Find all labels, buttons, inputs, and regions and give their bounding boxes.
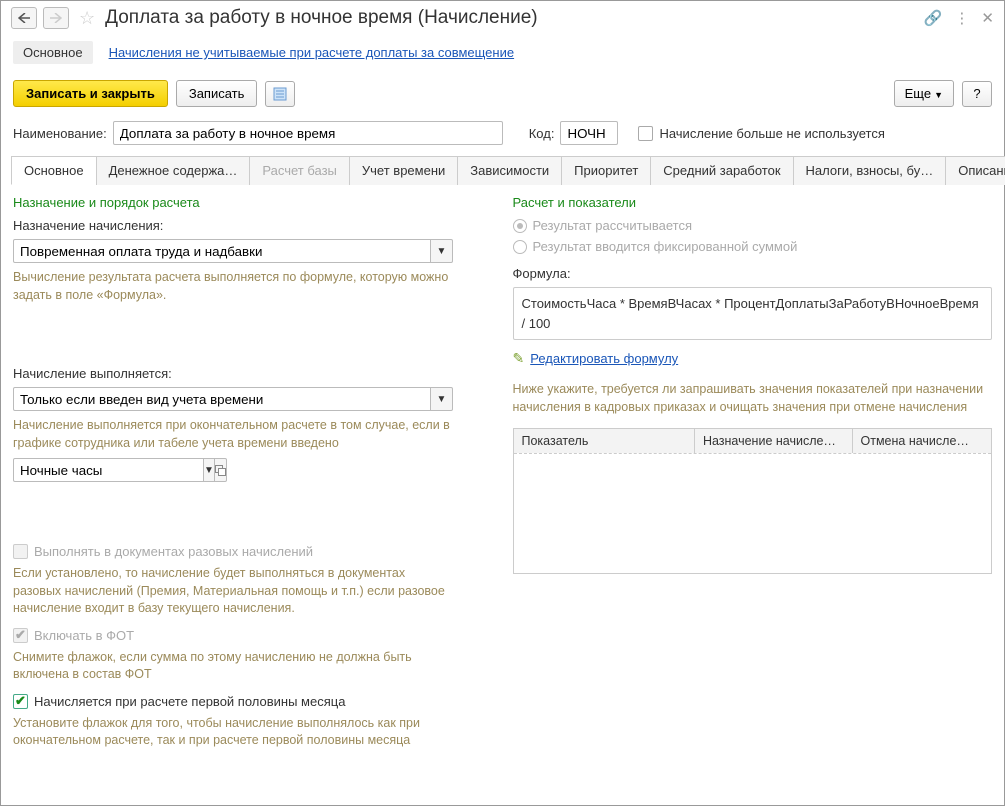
code-input[interactable] (560, 121, 618, 145)
pencil-icon: ✎ (513, 350, 525, 367)
tab-avg[interactable]: Средний заработок (650, 156, 793, 185)
nav-links: Основное Начисления не учитываемые при р… (1, 35, 1004, 70)
tab-tax[interactable]: Налоги, взносы, бу… (793, 156, 947, 185)
toolbar: Записать и закрыть Записать Еще▼ ? (1, 70, 1004, 117)
section-calc: Расчет и показатели (513, 195, 993, 210)
cb-fot-label: Включать в ФОТ (34, 628, 134, 643)
tabs: Основное Денежное содержа… Расчет базы У… (11, 155, 994, 185)
nav-related-link[interactable]: Начисления не учитываемые при расчете до… (109, 45, 515, 60)
cb-once-docs-label: Выполнять в документах разовых начислени… (34, 544, 313, 559)
list-button[interactable] (265, 81, 295, 107)
link-icon[interactable]: 🔗 (924, 9, 943, 27)
formula-label: Формула: (513, 266, 993, 281)
exec-select[interactable] (13, 387, 431, 411)
name-input[interactable] (113, 121, 503, 145)
tab-base[interactable]: Расчет базы (249, 156, 350, 185)
exec-label: Начисление выполняется: (13, 366, 493, 381)
tab-deps[interactable]: Зависимости (457, 156, 562, 185)
th-cancel[interactable]: Отмена начисле… (853, 429, 991, 453)
table-hint: Ниже укажите, требуется ли запрашивать з… (513, 381, 993, 416)
cb-once-docs (13, 544, 28, 559)
more-button[interactable]: Еще▼ (894, 80, 954, 107)
radio-calculated-label: Результат рассчитывается (533, 218, 693, 233)
arrow-right-icon (50, 13, 62, 23)
chevron-down-icon: ▼ (934, 90, 943, 100)
nav-main[interactable]: Основное (13, 41, 93, 64)
cb-first-half-label: Начисляется при расчете первой половины … (34, 694, 345, 709)
save-button[interactable]: Записать (176, 80, 258, 107)
header-fields: Наименование: Код: Начисление больше не … (1, 117, 1004, 155)
not-used-checkbox[interactable] (638, 126, 653, 141)
tab-content: Назначение и порядок расчета Назначение … (1, 185, 1004, 805)
back-button[interactable] (11, 7, 37, 29)
indicators-table[interactable]: Показатель Назначение начисле… Отмена на… (513, 428, 993, 574)
assign-hint: Вычисление результата расчета выполняетс… (13, 269, 453, 304)
code-label: Код: (529, 126, 555, 141)
cb-first-half-hint: Установите флажок для того, чтобы начисл… (13, 715, 453, 750)
exec-hint: Начисление выполняется при окончательном… (13, 417, 453, 452)
time-open-button[interactable] (215, 458, 227, 482)
edit-formula-link[interactable]: Редактировать формулу (530, 351, 678, 366)
tab-desc[interactable]: Описание (945, 156, 1005, 185)
forward-button[interactable] (43, 7, 69, 29)
help-button[interactable]: ? (962, 81, 992, 107)
formula-box: СтоимостьЧаса * ВремяВЧасах * ПроцентДоп… (513, 287, 993, 340)
favorite-icon[interactable]: ☆ (79, 8, 95, 29)
close-icon[interactable]: ✕ (981, 9, 994, 27)
section-purpose: Назначение и порядок расчета (13, 195, 493, 210)
assign-label: Назначение начисления: (13, 218, 493, 233)
menu-icon[interactable]: ⋮ (954, 9, 969, 27)
th-assign[interactable]: Назначение начисле… (695, 429, 853, 453)
cb-first-half[interactable] (13, 694, 28, 709)
th-indicator[interactable]: Показатель (514, 429, 695, 453)
radio-fixed-label: Результат вводится фиксированной суммой (533, 239, 798, 254)
cb-fot-hint: Снимите флажок, если сумма по этому начи… (13, 649, 453, 684)
left-column: Назначение и порядок расчета Назначение … (13, 195, 493, 795)
assign-select[interactable] (13, 239, 431, 263)
arrow-left-icon (18, 13, 30, 23)
radio-calculated (513, 219, 527, 233)
tab-priority[interactable]: Приоритет (561, 156, 651, 185)
exec-dropdown-button[interactable]: ▼ (431, 387, 453, 411)
assign-dropdown-button[interactable]: ▼ (431, 239, 453, 263)
not-used-label: Начисление больше не используется (659, 126, 884, 141)
cb-once-docs-hint: Если установлено, то начисление будет вы… (13, 565, 453, 618)
tab-money[interactable]: Денежное содержа… (96, 156, 251, 185)
titlebar: ☆ Доплата за работу в ночное время (Начи… (1, 1, 1004, 35)
list-icon (273, 87, 287, 101)
tab-main[interactable]: Основное (11, 156, 97, 185)
right-column: Расчет и показатели Результат рассчитыва… (513, 195, 993, 795)
time-type-select[interactable] (13, 458, 204, 482)
main-window: ☆ Доплата за работу в ночное время (Начи… (0, 0, 1005, 806)
table-body (514, 453, 992, 573)
radio-fixed (513, 240, 527, 254)
save-close-button[interactable]: Записать и закрыть (13, 80, 168, 107)
open-icon (215, 465, 226, 476)
page-title: Доплата за работу в ночное время (Начисл… (105, 7, 918, 29)
tab-time[interactable]: Учет времени (349, 156, 458, 185)
time-dropdown-button[interactable]: ▼ (204, 458, 215, 482)
name-label: Наименование: (13, 126, 107, 141)
cb-fot (13, 628, 28, 643)
